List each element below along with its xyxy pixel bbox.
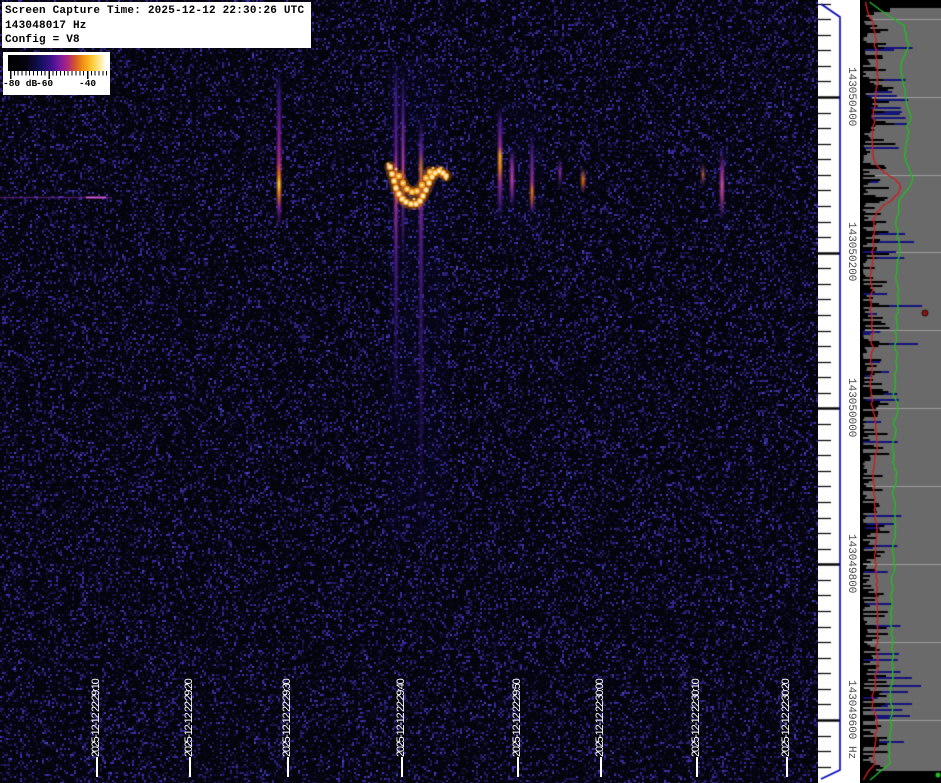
spectrum-side-panel [860, 0, 941, 783]
time-label: 2025-12-12 22:29:20 [183, 680, 195, 757]
freq-tick-label: 143050400 [845, 67, 857, 126]
time-label: 2025-12-12 22:30:00 [594, 680, 606, 757]
time-tick-mark [401, 757, 403, 777]
spectrogram-waterfall [0, 0, 818, 783]
time-tick-mark [517, 757, 519, 777]
freq-tick-label: 143049600 Hz [845, 680, 857, 759]
frequency-axis: 143050400 143050200 143050000 143049800 1430… [818, 0, 860, 783]
time-label: 2025-12-12 22:29:10 [90, 680, 102, 757]
time-label: 2025-12-12 22:30:10 [690, 680, 702, 757]
legend-label-max: -40 [79, 78, 96, 89]
legend-label-min: -80 dB [3, 78, 37, 89]
spectrogram-display: 2025-12-12 22:29:10 2025-12-12 22:29:20 20… [0, 0, 941, 783]
time-tick-mark [96, 757, 98, 777]
freq-tick-label: 143050200 [845, 222, 857, 281]
colormap-gradient [8, 55, 108, 71]
time-label: 2025-12-12 22:29:40 [395, 680, 407, 757]
time-tick-mark [600, 757, 602, 777]
capture-time-text: Screen Capture Time: 2025-12-12 22:30:26… [5, 4, 311, 19]
time-label: 2025-12-12 22:29:50 [511, 680, 523, 757]
time-label: 2025-12-12 22:30:20 [780, 680, 792, 757]
time-tick-mark [786, 757, 788, 777]
config-text: Config = V8 [5, 33, 311, 48]
freq-tick-label: 143049800 [845, 534, 857, 593]
time-tick-mark [287, 757, 289, 777]
legend-label-mid: -60 [36, 78, 53, 89]
color-scale-legend: -80 dB -60 -40 [3, 52, 110, 95]
frequency-text: 143048017 Hz [5, 19, 311, 34]
time-label: 2025-12-12 22:29:30 [281, 680, 293, 757]
freq-tick-label: 143050000 [845, 378, 857, 437]
info-box: Screen Capture Time: 2025-12-12 22:30:26… [2, 2, 311, 48]
time-tick-mark [696, 757, 698, 777]
time-tick-mark [189, 757, 191, 777]
